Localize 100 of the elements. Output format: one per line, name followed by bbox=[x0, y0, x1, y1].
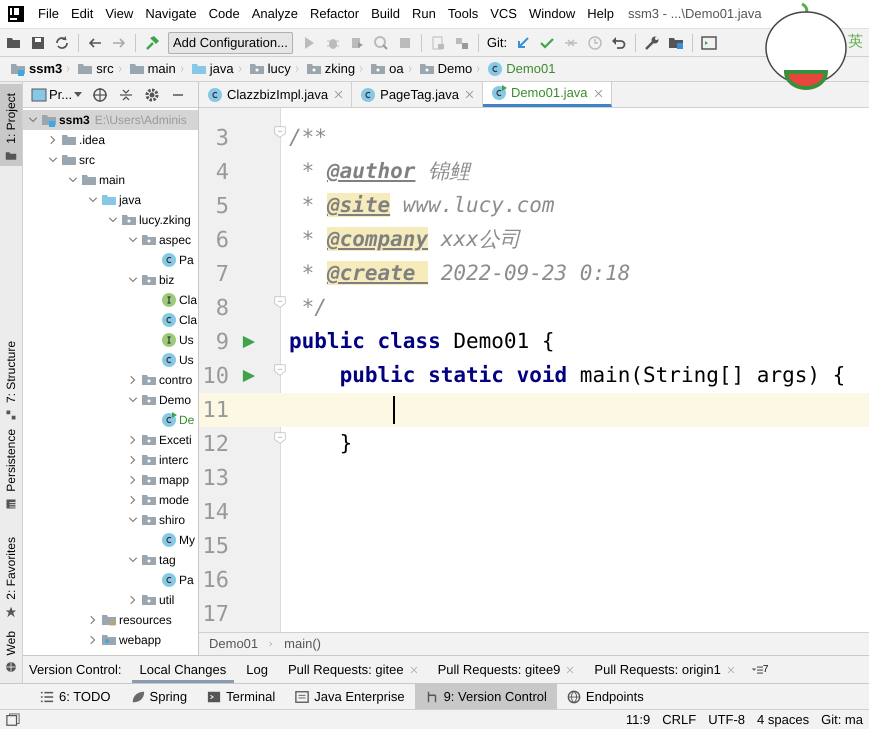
tree-item[interactable]: shiro bbox=[23, 510, 198, 530]
tool-window-tab[interactable]: 2: Favorites bbox=[0, 532, 22, 622]
breadcrumb-item[interactable]: main bbox=[128, 59, 176, 79]
tree-item[interactable]: main bbox=[23, 170, 198, 190]
tree-item[interactable]: My bbox=[23, 530, 198, 550]
status-item[interactable]: 4 spaces bbox=[757, 710, 810, 729]
tool-window-tab[interactable]: 1: Project bbox=[0, 84, 22, 166]
fold-marker-icon[interactable] bbox=[274, 125, 286, 139]
editor-tab[interactable]: PageTag.java bbox=[352, 82, 483, 107]
tree-item[interactable]: biz bbox=[23, 270, 198, 290]
menu-item[interactable]: Help bbox=[587, 4, 614, 24]
profiler-icon[interactable] bbox=[372, 34, 389, 50]
tree-item[interactable]: webapp bbox=[23, 630, 198, 650]
tree-item[interactable]: aspec bbox=[23, 230, 198, 250]
tree-item[interactable]: Us bbox=[23, 330, 198, 350]
tool-window-button[interactable]: Terminal bbox=[197, 684, 286, 709]
menu-item[interactable]: Window bbox=[528, 4, 576, 24]
status-item[interactable]: UTF-8 bbox=[708, 710, 746, 729]
tree-item[interactable]: Cla bbox=[23, 310, 198, 330]
hammer-icon[interactable] bbox=[144, 34, 160, 50]
run-icon[interactable] bbox=[242, 334, 256, 350]
menu-item[interactable]: Run bbox=[412, 4, 436, 24]
tree-item[interactable]: Us bbox=[23, 350, 198, 370]
breadcrumb-item[interactable]: java bbox=[190, 59, 234, 79]
menu-item[interactable]: Build bbox=[371, 4, 400, 24]
settings-icon[interactable] bbox=[144, 86, 160, 102]
tree-item[interactable]: .idea bbox=[23, 130, 198, 150]
update-arrow-icon[interactable] bbox=[515, 34, 532, 50]
menu-item[interactable]: Edit bbox=[70, 4, 94, 24]
menu-item[interactable]: Code bbox=[208, 4, 240, 24]
breadcrumb-item[interactable]: lucy bbox=[248, 59, 291, 79]
tree-item[interactable]: Demo bbox=[23, 390, 198, 410]
menu-item[interactable]: Analyze bbox=[252, 4, 298, 24]
close-icon[interactable] bbox=[566, 666, 574, 674]
breadcrumb-item[interactable]: Demo bbox=[418, 59, 472, 79]
tree-item[interactable]: Exceti bbox=[23, 430, 198, 450]
breadcrumb-item[interactable]: src bbox=[77, 59, 114, 79]
overflow-tabs-button[interactable]: 7 bbox=[750, 662, 768, 677]
breadcrumb-item[interactable]: oa bbox=[370, 59, 404, 79]
panel-tab[interactable]: Pull Requests: gitee9 bbox=[430, 656, 582, 683]
device-icon[interactable] bbox=[430, 34, 446, 50]
tree-item[interactable]: util bbox=[23, 590, 198, 610]
close-icon[interactable] bbox=[410, 666, 418, 674]
breadcrumb-item[interactable]: ssm3 bbox=[10, 59, 62, 79]
menu-item[interactable]: Refactor bbox=[310, 4, 360, 24]
tree-item[interactable]: De bbox=[23, 410, 198, 430]
fold-marker-icon[interactable] bbox=[274, 431, 286, 445]
sync-icon[interactable] bbox=[54, 34, 70, 50]
panel-tab[interactable]: Log bbox=[238, 656, 276, 683]
console-icon[interactable] bbox=[701, 34, 718, 50]
editor-tab[interactable]: Demo01.java bbox=[482, 82, 612, 107]
menu-item[interactable]: File bbox=[38, 4, 59, 24]
layout-toggle-icon[interactable] bbox=[6, 712, 20, 726]
close-icon[interactable] bbox=[334, 90, 344, 99]
tool-window-button[interactable]: Endpoints bbox=[556, 684, 654, 709]
clock-icon[interactable] bbox=[587, 34, 604, 50]
tool-window-tab[interactable]: 7: Structure bbox=[0, 337, 22, 425]
status-item[interactable]: 11:9 bbox=[626, 710, 650, 729]
menu-item[interactable]: Navigate bbox=[145, 4, 197, 24]
panel-tab[interactable]: Pull Requests: gitee bbox=[280, 656, 426, 683]
tree-item[interactable]: mode bbox=[23, 490, 198, 510]
close-icon[interactable] bbox=[726, 666, 735, 674]
tree-item[interactable]: tag bbox=[23, 550, 198, 570]
tree-item[interactable]: lucy.zking bbox=[23, 210, 198, 230]
tree-item[interactable]: resources bbox=[23, 610, 198, 630]
tool-window-tab[interactable]: Persistence bbox=[0, 432, 22, 514]
editor-tab[interactable]: ClazzbizImpl.java bbox=[199, 82, 352, 107]
tool-window-button[interactable]: Spring bbox=[120, 684, 198, 709]
close-icon[interactable] bbox=[594, 88, 603, 98]
menu-item[interactable]: Tools bbox=[448, 4, 478, 24]
tool-window-tab[interactable]: Web bbox=[0, 627, 22, 677]
run-icon[interactable] bbox=[242, 368, 256, 384]
run-configuration-dropdown[interactable]: Add Configuration... bbox=[168, 32, 293, 54]
tree-item[interactable]: Pa bbox=[23, 250, 198, 270]
tree-item[interactable]: java bbox=[23, 190, 198, 210]
tool-window-button[interactable]: 6: TODO bbox=[30, 684, 121, 709]
save-icon[interactable] bbox=[30, 34, 46, 50]
fold-marker-icon[interactable] bbox=[274, 363, 286, 377]
breadcrumb-item[interactable]: main() bbox=[284, 634, 321, 654]
breadcrumb-item[interactable]: zking bbox=[306, 59, 356, 79]
tool-window-button[interactable]: Java Enterprise bbox=[285, 684, 415, 709]
tree-item[interactable]: contro bbox=[23, 370, 198, 390]
undo-icon[interactable] bbox=[611, 34, 628, 50]
tree-item[interactable]: mapp bbox=[23, 470, 198, 490]
wrench-icon[interactable] bbox=[644, 34, 660, 50]
tree-item[interactable]: Cla bbox=[23, 290, 198, 310]
tree-item[interactable]: interc bbox=[23, 450, 198, 470]
menu-item[interactable]: VCS bbox=[490, 4, 517, 24]
fold-marker-icon[interactable] bbox=[274, 295, 286, 309]
panel-tab[interactable]: Pull Requests: origin1 bbox=[586, 656, 743, 683]
tree-item[interactable]: src bbox=[23, 150, 198, 170]
target-icon[interactable] bbox=[92, 86, 108, 102]
collapse-icon[interactable] bbox=[118, 86, 134, 102]
menu-item[interactable]: View bbox=[105, 4, 134, 24]
breadcrumb-item[interactable]: Demo01 bbox=[209, 634, 258, 654]
status-item[interactable]: Git: ma bbox=[821, 710, 863, 729]
tree-item[interactable]: Pa bbox=[23, 570, 198, 590]
close-icon[interactable] bbox=[464, 90, 474, 99]
tool-window-button[interactable]: 9: Version Control bbox=[414, 684, 557, 709]
tree-item[interactable]: ssm3 E:\Users\Adminis bbox=[23, 110, 198, 130]
